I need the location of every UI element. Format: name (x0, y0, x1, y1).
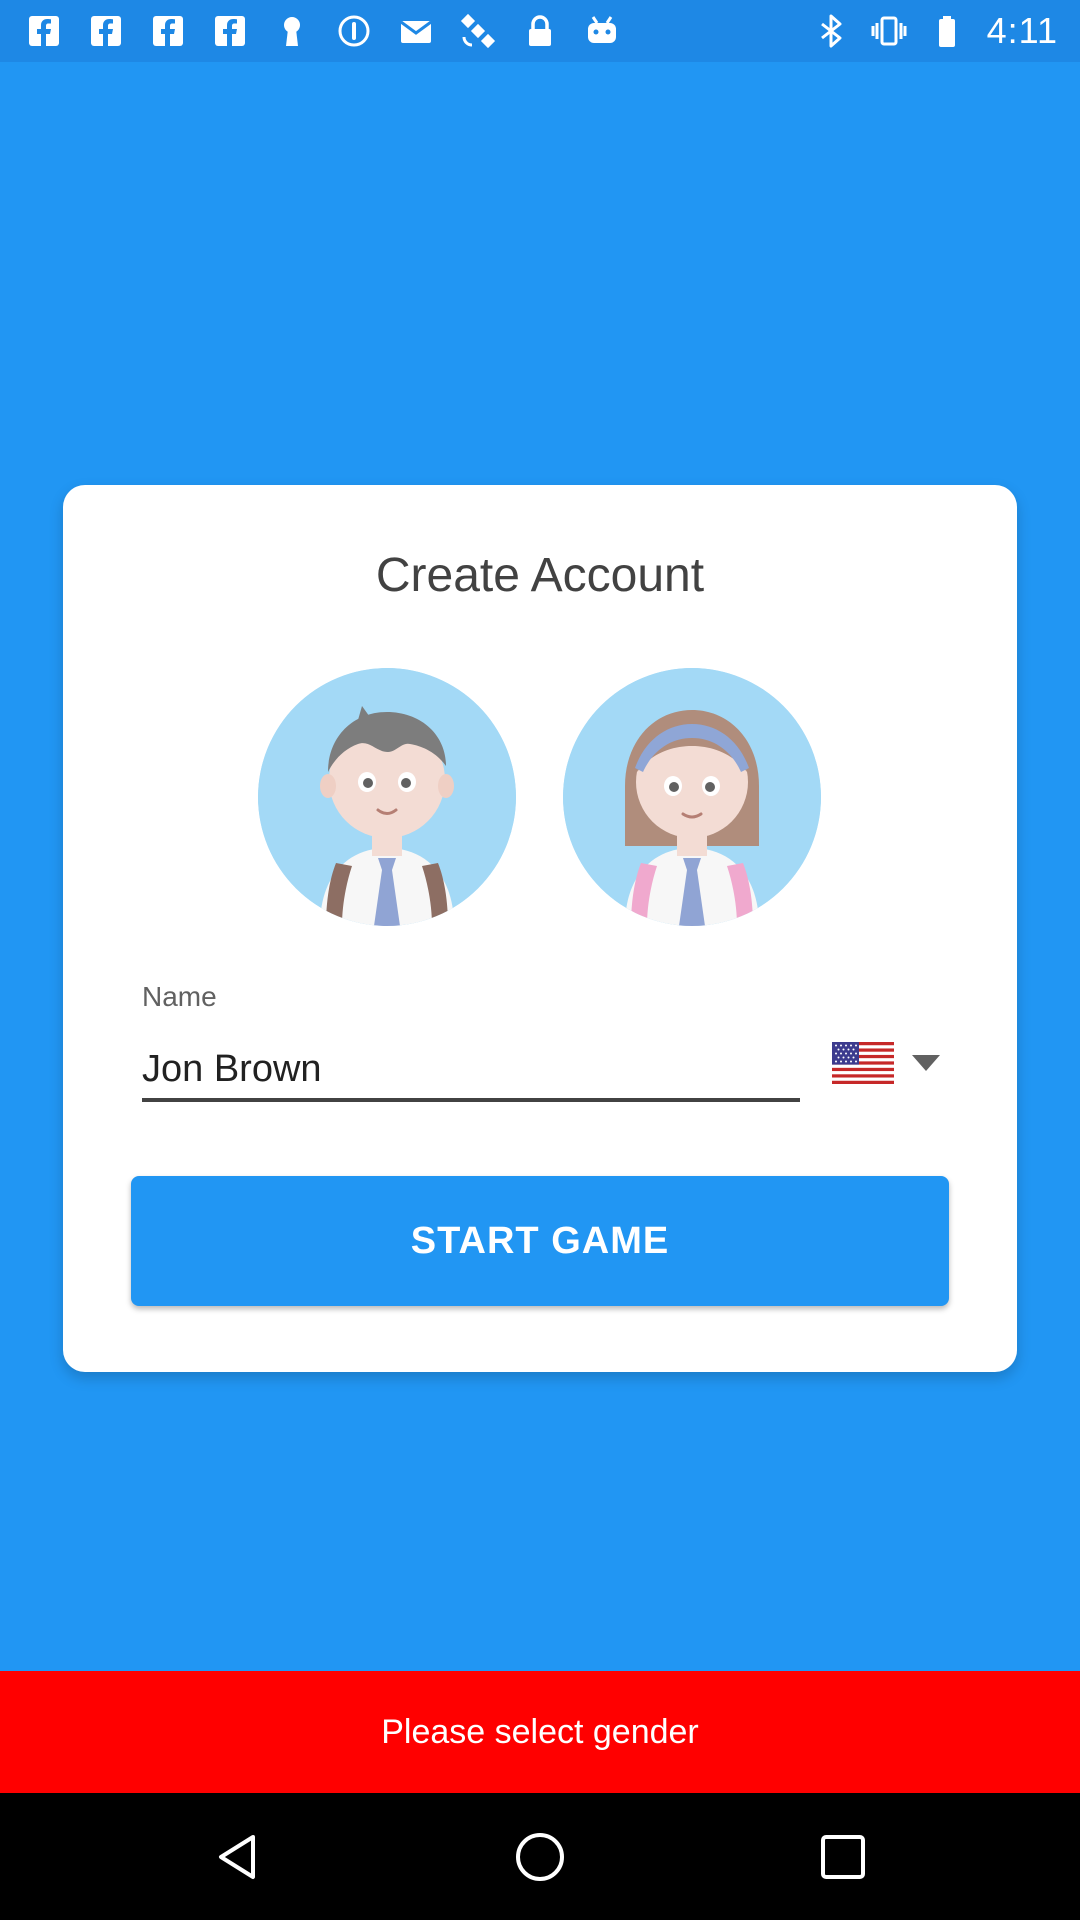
email-icon (398, 13, 434, 49)
name-label: Name (142, 981, 217, 1012)
vibrate-icon (871, 13, 907, 49)
recents-button[interactable] (763, 1793, 923, 1920)
android-icon (584, 13, 620, 49)
country-picker[interactable] (832, 1040, 944, 1086)
back-button[interactable] (157, 1793, 317, 1920)
chevron-down-icon (912, 1055, 940, 1071)
facebook-icon (150, 13, 186, 49)
home-icon (516, 1832, 564, 1881)
back-icon (219, 1834, 255, 1879)
battery-icon (929, 13, 965, 49)
status-bar: 4:11 (0, 0, 1080, 62)
boy-avatar-icon (258, 668, 516, 926)
girl-avatar-icon (563, 668, 821, 926)
lock-icon (522, 13, 558, 49)
status-right-icons: 4:11 (813, 10, 1080, 52)
satellite-icon (460, 13, 496, 49)
facebook-icon (212, 13, 248, 49)
info-circle-icon (336, 13, 372, 49)
status-left-icons (0, 13, 620, 49)
name-input[interactable] (142, 1040, 800, 1102)
navigation-bar (0, 1793, 1080, 1920)
girl-avatar[interactable] (563, 668, 821, 926)
status-time: 4:11 (986, 10, 1058, 51)
start-game-button[interactable]: START GAME (131, 1176, 949, 1306)
us-flag-icon (832, 1042, 894, 1084)
snackbar-message: Please select gender (381, 1712, 699, 1751)
recents-icon (821, 1834, 865, 1879)
bluetooth-icon (813, 13, 849, 49)
page-title: Create Account (375, 549, 705, 602)
screen: 4:11 Create Account Name Jon Brown START… (0, 0, 1080, 1920)
facebook-icon (26, 13, 62, 49)
facebook-icon (88, 13, 124, 49)
keyhole-icon (274, 13, 310, 49)
gender-error-snackbar: Please select gender (0, 1671, 1080, 1793)
boy-avatar[interactable] (258, 668, 516, 926)
home-button[interactable] (460, 1793, 620, 1920)
